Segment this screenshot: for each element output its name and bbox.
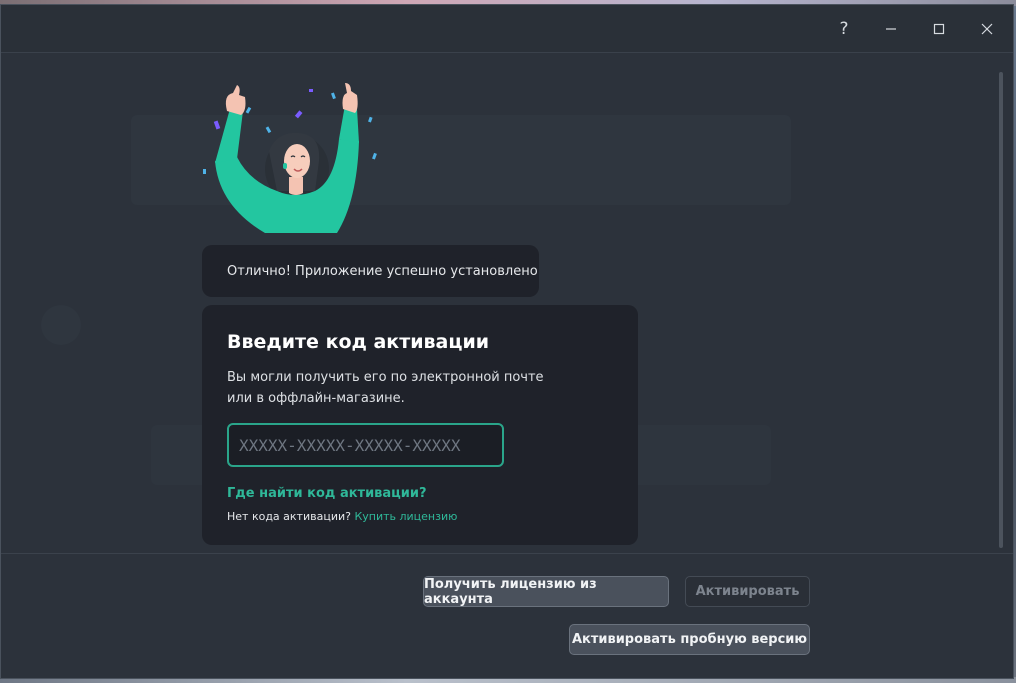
no-code-text: Нет кода активации? <box>227 510 351 523</box>
activate-trial-button[interactable]: Активировать пробную версию <box>569 624 810 655</box>
close-button[interactable] <box>972 15 1002 43</box>
activation-description: Вы могли получить его по электронной поч… <box>227 370 544 406</box>
install-success-message: Отлично! Приложение успешно установлено <box>202 245 539 297</box>
activation-title: Введите код активации <box>227 331 490 353</box>
maximize-button[interactable] <box>924 15 954 43</box>
title-bar: ? <box>1 5 1013 53</box>
maximize-icon <box>933 23 945 35</box>
no-code-row: Нет кода активации? Купить лицензию <box>227 510 613 523</box>
install-success-text: Отлично! Приложение успешно установлено <box>227 263 538 279</box>
footer-divider <box>1 553 1013 554</box>
get-license-from-account-button[interactable]: Получить лицензию из аккаунта <box>423 576 669 607</box>
app-window: ? Отлично! Приложение успешно установлен… <box>0 4 1014 679</box>
activate-button[interactable]: Активировать <box>685 576 810 607</box>
buy-license-link[interactable]: Купить лицензию <box>354 510 457 523</box>
minimize-icon <box>886 28 896 30</box>
activation-card: Введите код активации Вы могли получить … <box>202 305 638 545</box>
activation-code-input[interactable] <box>227 423 504 467</box>
minimize-button[interactable] <box>876 15 906 43</box>
find-code-link[interactable]: Где найти код активации? <box>227 486 427 501</box>
celebrating-woman-illustration <box>203 83 377 233</box>
background-panel <box>41 305 81 345</box>
help-button[interactable]: ? <box>829 15 859 43</box>
close-icon <box>981 23 993 35</box>
question-icon: ? <box>839 19 849 39</box>
scrollbar[interactable] <box>999 72 1003 548</box>
